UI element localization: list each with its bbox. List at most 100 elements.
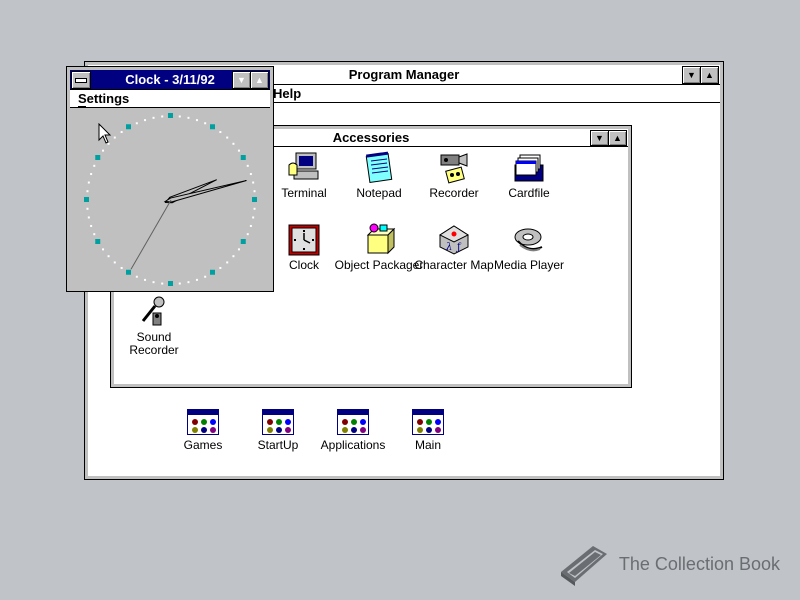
minute-mark (135, 122, 138, 125)
minute-mark (253, 190, 256, 193)
watermark: The Collection Book (557, 542, 780, 586)
maximize-button[interactable]: ▲ (608, 130, 627, 146)
group-label: Main (414, 438, 441, 452)
notepad-icon (362, 151, 396, 185)
minute-mark (226, 136, 229, 139)
minute-mark (249, 173, 252, 176)
hour-mark (84, 197, 89, 202)
minute-mark (204, 275, 207, 278)
minute-mark (232, 255, 235, 258)
object-packager-icon (362, 223, 396, 257)
minute-mark (246, 164, 249, 167)
icon-label: Media Player (493, 258, 565, 272)
minute-mark (144, 119, 147, 122)
minute-mark (113, 136, 116, 139)
hour-mark (95, 239, 101, 244)
minute-mark (253, 207, 256, 210)
minute-mark (120, 266, 123, 269)
system-menu-button[interactable] (71, 71, 91, 89)
minute-mark (87, 181, 90, 184)
minute-mark (232, 142, 235, 145)
minute-mark (90, 173, 93, 176)
minute-mark (102, 248, 105, 251)
minute-mark (93, 233, 96, 236)
clock-client: Clock - 3/11/92 ▼ ▲ Settings (70, 70, 270, 288)
minimize-button[interactable]: ▼ (232, 71, 251, 89)
sound-recorder-icon (137, 295, 171, 329)
accessory-sound-recorder[interactable]: Sound Recorder (109, 295, 199, 357)
clock-titlebar[interactable]: Clock - 3/11/92 ▼ ▲ (70, 70, 270, 90)
minute-mark (178, 282, 181, 285)
minute-mark (113, 261, 116, 264)
minute-mark (252, 181, 255, 184)
hour-mark (126, 269, 131, 275)
minimize-button[interactable]: ▼ (682, 66, 701, 84)
menu-settings[interactable]: Settings (78, 91, 129, 107)
minute-mark (195, 119, 198, 122)
minute-mark (90, 224, 93, 227)
character-map-icon: λ ƒ (437, 223, 471, 257)
hour-mark (95, 155, 101, 160)
terminal-icon (287, 151, 321, 185)
minute-mark (86, 207, 89, 210)
cardfile-icon (512, 151, 546, 185)
minute-mark (107, 255, 110, 258)
minute-mark (178, 115, 181, 118)
book-icon (560, 546, 607, 586)
minute-mark (237, 248, 240, 251)
program-group-icon (337, 409, 369, 435)
watermark-text: The Collection Book (618, 553, 780, 574)
minute-mark (161, 115, 164, 118)
hour-mark (210, 124, 215, 130)
clock-title: Clock - 3/11/92 (125, 72, 215, 87)
second-hand (130, 199, 172, 270)
minimize-button[interactable]: ▼ (590, 130, 609, 146)
program-manager-title: Program Manager (348, 67, 460, 82)
menu-help[interactable]: Help (273, 86, 301, 101)
accessory-cardfile[interactable]: Cardfile (484, 151, 574, 200)
minute-mark (93, 164, 96, 167)
minute-mark (102, 149, 105, 152)
minute-mark (252, 216, 255, 219)
group-main[interactable]: Main (383, 409, 473, 452)
minute-mark (249, 224, 252, 227)
media-player-icon (512, 223, 546, 257)
minute-mark (226, 261, 229, 264)
hour-mark (210, 269, 215, 275)
icon-label: Cardfile (508, 186, 550, 200)
minute-mark (219, 266, 222, 269)
hour-mark (168, 281, 173, 286)
clock-window[interactable]: Clock - 3/11/92 ▼ ▲ Settings (66, 66, 274, 292)
svg-text:λ: λ (445, 242, 452, 253)
minute-mark (187, 281, 190, 284)
minute-mark (120, 131, 123, 134)
minute-mark (152, 116, 155, 119)
minute-mark (152, 281, 155, 284)
accessories-title: Accessories (332, 130, 410, 145)
minute-mark (246, 233, 249, 236)
program-group-icon (412, 409, 444, 435)
hour-mark (240, 239, 246, 244)
minute-mark (86, 190, 89, 193)
icon-label: Sound Recorder (129, 330, 179, 357)
minute-mark (204, 122, 207, 125)
recorder-icon (437, 151, 471, 185)
minute-mark (87, 216, 90, 219)
accessory-media-player[interactable]: Media Player (484, 223, 574, 272)
clock-icon (287, 223, 321, 257)
hour-mark (168, 113, 173, 118)
clock-menubar: Settings (70, 90, 270, 108)
minute-mark (195, 278, 198, 281)
minute-mark (237, 149, 240, 152)
minute-mark (219, 131, 222, 134)
hour-mark (126, 124, 131, 130)
program-group-icon (262, 409, 294, 435)
maximize-button[interactable]: ▲ (250, 71, 269, 89)
minute-mark (144, 278, 147, 281)
hour-mark (240, 155, 246, 160)
minute-mark (161, 282, 164, 285)
hour-mark (252, 197, 257, 202)
minute-mark (187, 116, 190, 119)
maximize-button[interactable]: ▲ (700, 66, 719, 84)
mouse-pointer-icon (98, 123, 112, 144)
